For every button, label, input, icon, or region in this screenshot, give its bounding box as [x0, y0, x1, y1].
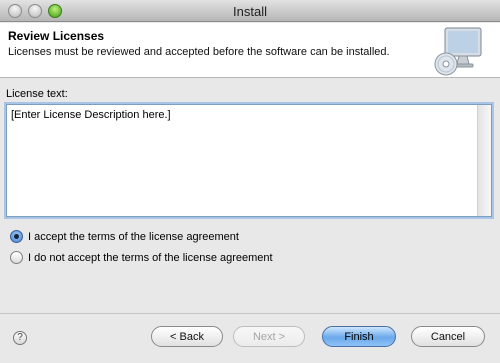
- accept-radio[interactable]: [10, 230, 23, 243]
- computer-cd-icon: [434, 27, 482, 76]
- next-button[interactable]: Next >: [233, 326, 305, 347]
- window-title: Install: [233, 4, 267, 19]
- help-icon[interactable]: ?: [13, 331, 27, 345]
- decline-option[interactable]: I do not accept the terms of the license…: [10, 251, 273, 264]
- accept-label: I accept the terms of the license agreem…: [28, 230, 239, 243]
- license-scrollbar[interactable]: [477, 105, 491, 216]
- decline-label: I do not accept the terms of the license…: [28, 251, 273, 264]
- wizard-header: Review Licenses Licenses must be reviewe…: [0, 23, 500, 78]
- footer-divider: [0, 313, 500, 314]
- page-title: Review Licenses: [8, 29, 105, 43]
- page-description: Licenses must be reviewed and accepted b…: [8, 46, 390, 58]
- decline-radio[interactable]: [10, 251, 23, 264]
- license-text: [Enter License Description here.]: [11, 109, 171, 121]
- cancel-button[interactable]: Cancel: [411, 326, 485, 347]
- license-text-label: License text:: [6, 88, 68, 100]
- back-button[interactable]: < Back: [151, 326, 223, 347]
- accept-option[interactable]: I accept the terms of the license agreem…: [10, 230, 239, 243]
- finish-button[interactable]: Finish: [322, 326, 396, 347]
- title-bar: Install: [0, 0, 500, 22]
- license-text-area[interactable]: [Enter License Description here.]: [6, 104, 492, 217]
